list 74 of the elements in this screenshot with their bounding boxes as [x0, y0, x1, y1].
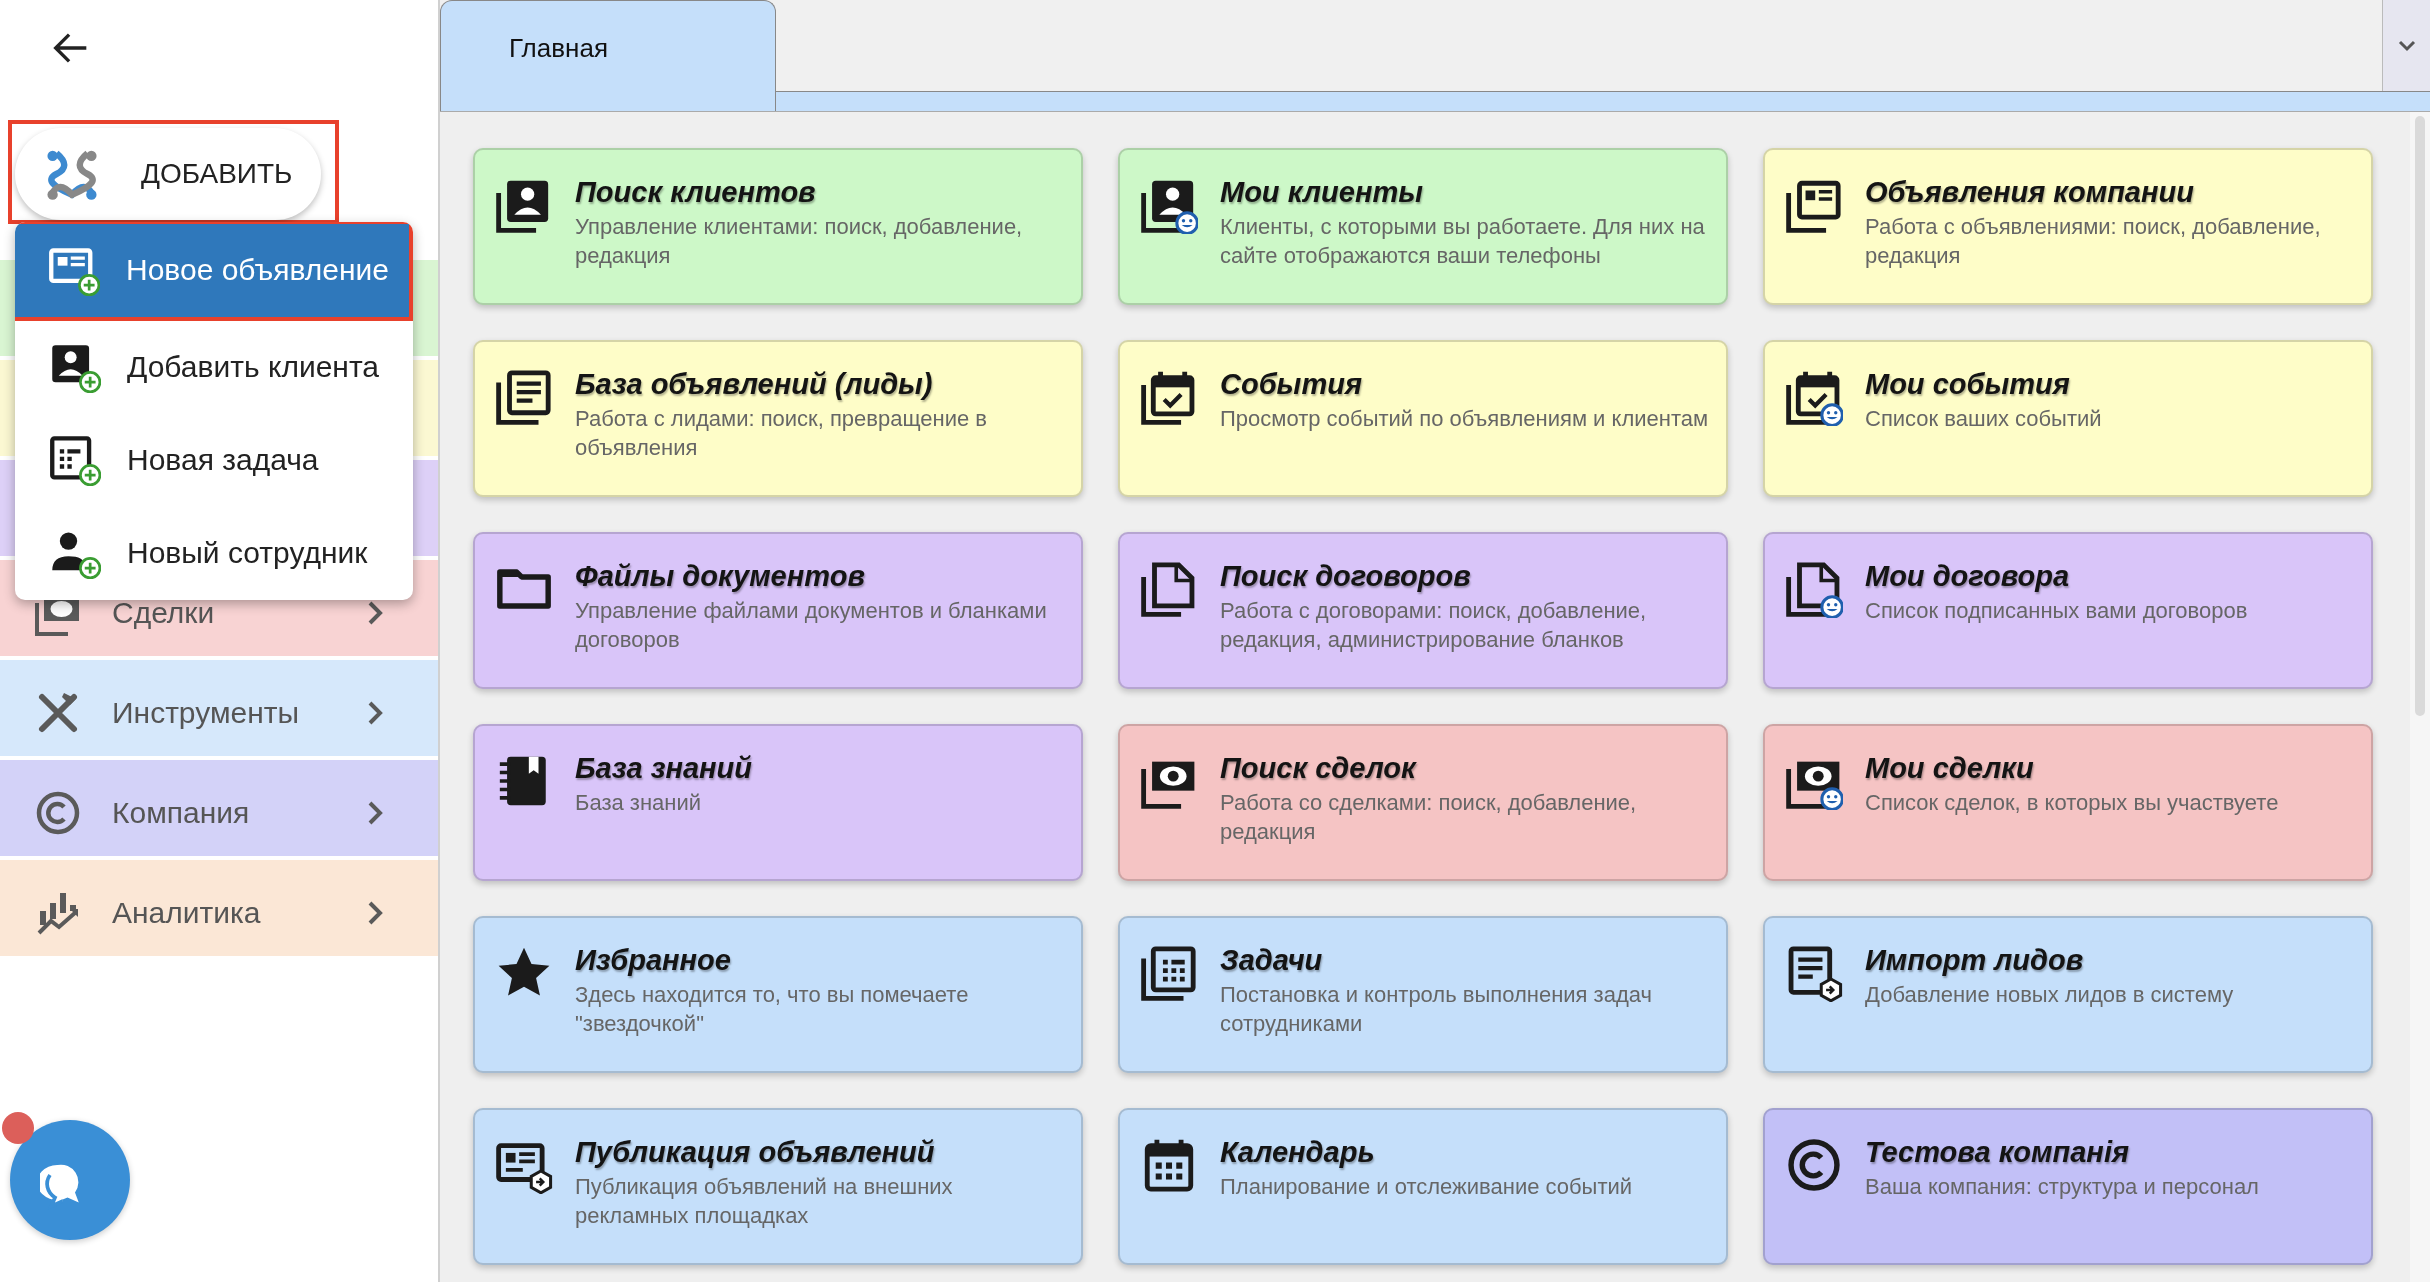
menu-label: Инструменты [112, 696, 301, 730]
menu-item[interactable]: Добавить клиента [15, 321, 413, 414]
grid-stack-icon [1140, 944, 1198, 1002]
feature-tile[interactable]: База знаний База знаний [473, 724, 1083, 881]
feature-tile[interactable]: База объявлений (лиды) Работа с лидами: поиск, превращение в объявления [473, 340, 1083, 497]
feature-tile[interactable]: Мои договора Список подписанных вами договоров [1763, 532, 2373, 689]
tile-description: Список ваших событий [1865, 405, 2102, 433]
feature-tile[interactable]: Календарь Планирование и отслеживание событий [1118, 1108, 1728, 1265]
tile-description: Работа с договорами: поиск, добавление, редакция, администрирование бланков [1220, 597, 1648, 654]
tile-description: Список сделок, в которых вы участвуете [1865, 789, 2279, 817]
feature-tile[interactable]: Поиск сделок Работа со сделками: поиск, добавление, редакция [1118, 724, 1728, 881]
tile-title: События [1220, 368, 1363, 400]
tile-title: Объявления компании [1865, 176, 2195, 208]
sidebar-row[interactable]: Аналитика [0, 860, 438, 956]
tile-description: Работа со сделками: поиск, добавление, редакция [1220, 789, 1638, 846]
tile-title: Поиск клиентов [575, 176, 817, 208]
tile-title: Файлы документов [575, 560, 866, 592]
copyright-icon [34, 789, 82, 837]
grid-plus-icon [49, 434, 101, 486]
document-stack-icon [495, 368, 553, 426]
menu-label: Аналитика [112, 896, 262, 930]
tile-description: Клиенты, с которыми вы работаете. Для них на сайте отображаются ваши телефоны [1220, 213, 1706, 270]
sidebar-row[interactable]: Инструменты [0, 660, 438, 756]
tile-title: Мои события [1865, 368, 2071, 400]
tile-description: Просмотр событий по объявлениям и клиентам [1220, 405, 1709, 433]
tile-title: База знаний [575, 752, 753, 784]
tile-title: Календарь [1220, 1136, 1376, 1168]
tile-title: Поиск сделок [1220, 752, 1418, 784]
file-stack-smiley-icon [1785, 560, 1843, 618]
menu-item[interactable]: Новая задача [15, 414, 413, 507]
tile-description: Работа с объявлениями: поиск, добавление, редакция [1865, 213, 2322, 270]
sidebar-row[interactable]: Компания [0, 760, 438, 856]
copyright-icon [1785, 1136, 1843, 1194]
feature-tile[interactable]: Мои сделки Список сделок, в которых вы участвуете [1763, 724, 2373, 881]
tile-description: Публикация объявлений на внешних рекламных площадках [575, 1173, 954, 1230]
tile-description: Здесь находится то, что вы помечаете "звездочкой" [575, 981, 970, 1038]
tile-title: Избранное [575, 944, 732, 976]
feature-tile[interactable]: Объявления компании Работа с объявлениями: поиск, добавление, редакция [1763, 148, 2373, 305]
tabs-dropdown-button[interactable] [2382, 0, 2430, 91]
tile-description: Постановка и контроль выполнения задач сотрудниками [1220, 981, 1653, 1038]
tile-description: Список подписанных вами договоров [1865, 597, 2248, 625]
feature-tile[interactable]: Публикация объявлений Публикация объявлений на внешних рекламных площадках [473, 1108, 1083, 1265]
tile-description: База знаний [575, 789, 703, 817]
scrollbar[interactable] [2410, 112, 2430, 1282]
feature-tile[interactable]: Тестова компанія Ваша компания: структура и персонал [1763, 1108, 2373, 1265]
tile-title: Задачи [1220, 944, 1324, 976]
tile-title: Тестова компанія [1865, 1136, 2131, 1168]
tile-title: Мои сделки [1865, 752, 2035, 784]
tile-title: База объявлений (лиды) [575, 368, 934, 400]
tile-description: Управление клиентами: поиск, добавление, редакция [575, 213, 1024, 270]
tile-title: Поиск договоров [1220, 560, 1472, 592]
tile-description: Добавление новых лидов в систему [1865, 981, 2234, 1009]
menu-item[interactable]: Новое объявление [15, 224, 409, 317]
tile-description: Ваша компания: структура и персонал [1865, 1173, 2259, 1201]
tile-title: Мои договора [1865, 560, 2071, 592]
chat-button[interactable] [10, 1120, 130, 1240]
feature-tile[interactable]: Поиск клиентов Управление клиентами: поиск, добавление, редакция [473, 148, 1083, 305]
feature-tile[interactable]: События Просмотр событий по объявлениям и клиентам [1118, 340, 1728, 497]
tile-title: Мои клиенты [1220, 176, 1424, 208]
feature-tile[interactable]: Импорт лидов Добавление новых лидов в систему [1763, 916, 2373, 1073]
feature-tile[interactable]: Файлы документов Управление файлами документов и бланками договоров [473, 532, 1083, 689]
feature-tile[interactable]: Избранное Здесь находится то, что вы помечаете "звездочкой" [473, 916, 1083, 1073]
tile-title: Публикация объявлений [575, 1136, 936, 1168]
feature-tile[interactable]: Мои события Список ваших событий [1763, 340, 2373, 497]
tab[interactable]: Главная [440, 0, 776, 111]
add-button[interactable]: ДОБАВИТЬ [15, 128, 321, 220]
tile-description: Планирование и отслеживание событий [1220, 1173, 1633, 1201]
tile-description: Работа с лидами: поиск, превращение в объявления [575, 405, 989, 462]
feature-tile[interactable]: Задачи Постановка и контроль выполнения задач сотрудниками [1118, 916, 1728, 1073]
feature-tile[interactable]: Поиск договоров Работа с договорами: поиск, добавление, редакция, администрирование бланков [1118, 532, 1728, 689]
tile-title: Импорт лидов [1865, 944, 2085, 976]
tile-description: Управление файлами документов и бланками договоров [575, 597, 1048, 654]
feature-tile[interactable]: Мои клиенты Клиенты, с которыми вы работаете. Для них на сайте отображаются ваши телефоны [1118, 148, 1728, 305]
menu-label: Компания [112, 796, 251, 830]
